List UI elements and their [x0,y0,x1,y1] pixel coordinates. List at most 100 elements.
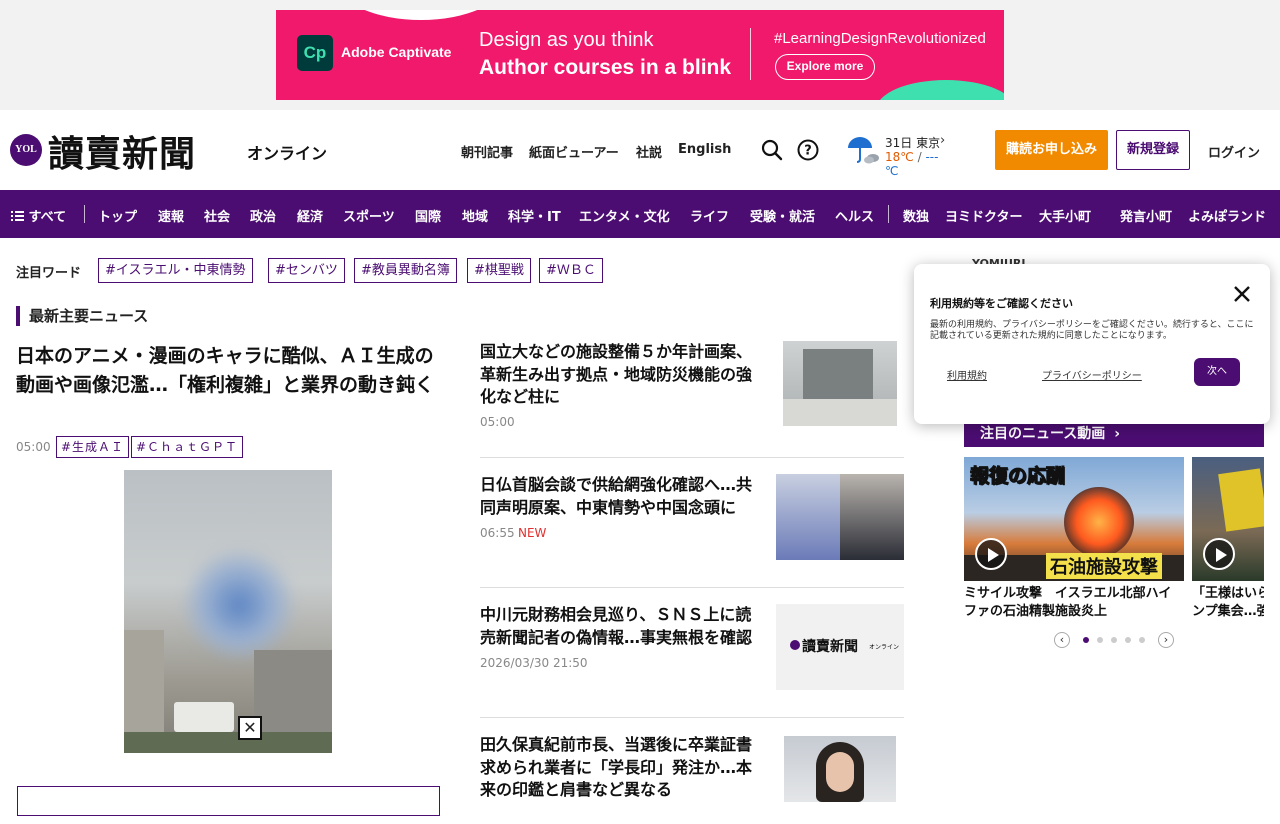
related-article-box[interactable] [17,786,440,816]
weather-temp: 18℃ / ---℃ [885,150,946,178]
article-title[interactable]: 中川元財務相会見巡り、ＳＮＳ上に読売新聞記者の偽情報…事実無根を確認 [480,604,760,649]
section-title: 最新主要ニュース [16,306,148,326]
carousel-dot[interactable] [1111,637,1117,643]
video-fire [1064,487,1134,557]
ad-explore-button[interactable]: Explore more [775,54,875,80]
new-badge: NEW [518,526,547,540]
privacy-policy-link[interactable]: プライバシーポリシー [1042,367,1142,382]
nav-divider [84,205,85,223]
article-title[interactable]: 田久保真紀前市長、当選後に卒業証書求められ業者に「学長印」発注か…本来の印鑑と肩… [480,734,760,802]
video-caption[interactable]: 「王様はいら ンプ集会…強 [1192,585,1264,621]
nav-top[interactable]: トップ [98,206,137,225]
ad-hashtag: #LearningDesignRevolutionized [774,30,986,47]
terms-link[interactable]: 利用規約 [947,367,987,382]
keyword-tag[interactable]: #ＷＢＣ [539,258,603,283]
carousel-dot[interactable] [1139,637,1145,643]
article-thumbnail[interactable] [776,474,904,560]
article-tag[interactable]: #生成ＡＩ [56,436,130,458]
link-editorial[interactable]: 社説 [636,142,662,161]
site-logo-sub[interactable]: オンライン [247,140,327,164]
article-tag[interactable]: #ＣｈａｔＧＰＴ [131,436,244,458]
weather-widget[interactable]: 31日 東京 › 18℃ / ---℃ [846,133,946,178]
nav-politics[interactable]: 政治 [250,206,276,225]
carousel-dot[interactable] [1083,637,1089,643]
nav-society[interactable]: 社会 [204,206,230,225]
site-header: YOL 讀賣新聞 オンライン 朝刊記事 紙面ビューアー 社説 English ?… [0,110,1280,190]
article-title[interactable]: 日仏首脳会談で供給網強化確認へ…共同声明原案、中東情勢や中国念頭に [480,474,760,519]
keyword-tag[interactable]: #センバツ [268,258,345,283]
keyword-tag[interactable]: #イスラエル・中東情勢 [98,258,253,283]
article-item[interactable]: 日仏首脳会談で供給網強化確認へ…共同声明原案、中東情勢や中国念頭に 06:55 … [480,474,904,564]
thumb-building [803,349,873,399]
umbrella-cloud-icon [848,137,879,164]
register-button[interactable]: 新規登録 [1116,130,1190,170]
video-sign [1218,468,1264,532]
thumb-logo-sub: オンライン [869,644,900,651]
ad-strip: Cp Adobe Captivate Design as you think A… [0,0,1280,110]
article-time: 06:55 [480,526,515,540]
temp-high: 18℃ [885,150,914,164]
close-icon[interactable] [1230,282,1254,306]
article-title[interactable]: 国立大などの施設整備５か年計画案、革新生み出す拠点・地域防災機能の強化など柱に [480,341,760,409]
nav-exams-jobs[interactable]: 受験・就活 [750,206,815,225]
keyword-tag[interactable]: #教員異動名簿 [354,258,457,283]
nav-all-label: すべて [28,210,67,225]
consent-next-button[interactable]: 次へ [1194,358,1240,386]
video-card[interactable] [1192,457,1264,581]
video-section-heading[interactable]: 注目のニュース動画 › [964,422,1264,447]
play-icon[interactable] [975,538,1007,570]
nav-entertainment[interactable]: エンタメ・文化 [579,206,670,225]
article-item[interactable]: 中川元財務相会見巡り、ＳＮＳ上に読売新聞記者の偽情報…事実無根を確認 2026/… [480,604,904,694]
image-truck [174,702,234,732]
article-thumbnail[interactable] [783,341,897,426]
thumb-steps [783,399,897,426]
search-icon[interactable] [760,138,784,162]
blurred-figure [184,550,294,660]
link-morning-edition[interactable]: 朝刊記事 [461,142,513,161]
carousel-dot[interactable] [1125,637,1131,643]
keyword-tag[interactable]: #棋聖戦 [467,258,531,283]
link-paper-viewer[interactable]: 紙面ビューアー [529,142,619,161]
close-icon[interactable]: ✕ [238,716,262,740]
link-english[interactable]: English [678,142,731,157]
nav-health[interactable]: ヘルス [835,206,874,225]
terms-consent-dialog: 利用規約等をご確認ください 最新の利用規約、プライバシーポリシーをご確認ください… [914,264,1270,424]
svg-text:?: ? [804,144,812,159]
nav-hatsugenkomachi[interactable]: 発言小町 [1120,206,1172,225]
video-heading-label: 注目のニュース動画 [980,426,1106,442]
yol-logo-icon[interactable]: YOL [10,134,42,166]
menu-icon [11,211,24,221]
article-item[interactable]: 国立大などの施設整備５か年計画案、革新生み出す拠点・地域防災機能の強化など柱に … [480,341,904,431]
nav-yomipoland[interactable]: よみぽランド [1188,206,1266,225]
subscribe-button[interactable]: 購読お申し込み [995,130,1108,170]
article-thumbnail[interactable] [784,736,896,802]
carousel-prev-icon[interactable]: ‹ [1054,632,1070,648]
nav-otekomachi[interactable]: 大手小町 [1039,206,1091,225]
adobe-captivate-logo-icon: Cp [297,35,333,71]
carousel-dot[interactable] [1097,637,1103,643]
divider [480,587,904,588]
article-item[interactable]: 田久保真紀前市長、当選後に卒業証書求められ業者に「学長印」発注か…本来の印鑑と肩… [480,734,904,824]
nav-science-it[interactable]: 科学・IT [508,206,561,225]
lead-article-image[interactable] [124,470,332,753]
nav-yomidoctor[interactable]: ヨミドクター [945,206,1022,225]
nav-life[interactable]: ライフ [690,206,729,225]
nav-world[interactable]: 国際 [415,206,441,225]
carousel-next-icon[interactable]: › [1158,632,1174,648]
video-caption[interactable]: ミサイル攻撃 イスラエル北部ハイ ファの石油精製施設炎上 [964,585,1184,621]
nav-all[interactable]: すべて [11,206,66,225]
site-logo[interactable]: 讀賣新聞 [48,125,196,177]
video-card[interactable]: 報復の応酬 石油施設攻撃 [964,457,1184,581]
lead-article-title[interactable]: 日本のアニメ・漫画のキャラに酷似、ＡＩ生成の動画や画像氾濫…「権利複雑」と業界の… [16,342,441,400]
video-caption-line: ミサイル攻撃 イスラエル北部ハイ [964,586,1172,601]
login-link[interactable]: ログイン [1208,142,1260,161]
nav-breaking[interactable]: 速報 [158,206,184,225]
article-thumbnail[interactable]: 讀賣新聞 オンライン [776,604,904,690]
nav-sudoku[interactable]: 数独 [903,206,929,225]
nav-local[interactable]: 地域 [462,206,488,225]
play-icon[interactable] [1203,538,1235,570]
nav-economy[interactable]: 経済 [297,206,323,225]
nav-sports[interactable]: スポーツ [343,206,395,225]
help-icon[interactable]: ? [796,138,820,162]
ad-banner[interactable]: Cp Adobe Captivate Design as you think A… [276,10,1004,100]
